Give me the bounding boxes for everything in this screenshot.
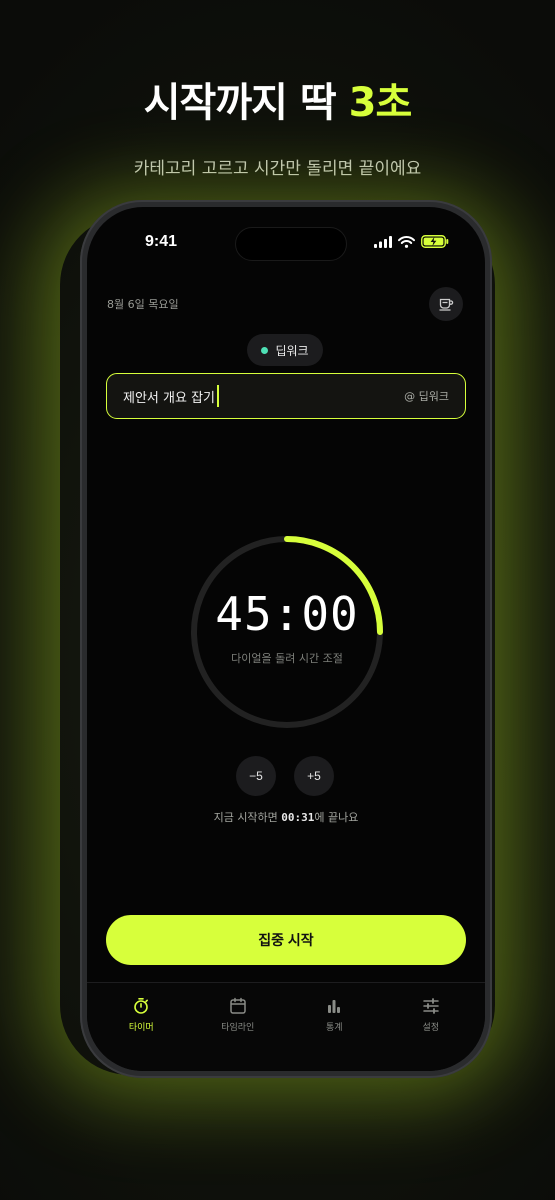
end-time-prefix: 지금 시작하면 bbox=[213, 811, 282, 824]
category-chip[interactable]: 딥워크 bbox=[247, 334, 323, 366]
wifi-icon bbox=[398, 235, 415, 248]
task-input[interactable]: 제안서 개요 잡기 @ 딥워크 bbox=[106, 373, 466, 419]
plus-five-button[interactable]: +5 bbox=[294, 756, 334, 796]
tab-bar: 타이머 타임라인 통계 설정 bbox=[87, 982, 485, 1071]
tab-timer[interactable]: 타이머 bbox=[93, 983, 190, 1071]
tab-label: 설정 bbox=[422, 1023, 440, 1033]
category-chip-label: 딥워크 bbox=[275, 343, 309, 358]
phone-screen: 9:41 8월 6일 목요일 딥워크 제안서 개요 잡기 @ 딥워크 45:00… bbox=[87, 207, 485, 1071]
tab-settings[interactable]: 설정 bbox=[383, 983, 480, 1071]
end-time-suffix: 에 끝나요 bbox=[314, 811, 359, 824]
minus-five-button[interactable]: −5 bbox=[236, 756, 276, 796]
category-dot bbox=[261, 346, 269, 354]
stopwatch-icon bbox=[134, 997, 149, 1014]
end-time-info: 지금 시작하면 00:31에 끝나요 bbox=[87, 809, 485, 825]
start-focus-button[interactable]: 집중 시작 bbox=[106, 915, 466, 965]
tab-timeline[interactable]: 타임라인 bbox=[190, 983, 287, 1071]
text-caret bbox=[217, 385, 219, 407]
hero-title-main: 시작까지 딱 bbox=[143, 80, 349, 126]
tab-label: 통계 bbox=[325, 1023, 343, 1033]
status-icons bbox=[374, 235, 449, 248]
hero-title-accent: 3초 bbox=[348, 80, 413, 126]
timer-display: 45:00 bbox=[215, 587, 359, 641]
hero: 시작까지 딱 3초 카테고리 고르고 시간만 돌리면 끝이에요 bbox=[0, 70, 555, 179]
status-time: 9:41 bbox=[145, 233, 178, 250]
break-button[interactable] bbox=[429, 287, 463, 321]
cellular-signal-icon bbox=[374, 235, 392, 248]
dial-hint: 다이얼을 돌려 시간 조절 bbox=[231, 652, 343, 665]
battery-charging-icon bbox=[421, 235, 449, 248]
sliders-icon bbox=[423, 998, 439, 1014]
hero-title: 시작까지 딱 3초 bbox=[0, 70, 555, 128]
task-category-tag: @ 딥워크 bbox=[404, 390, 449, 403]
bar-chart-icon bbox=[328, 1000, 341, 1013]
task-input-value: 제안서 개요 잡기 bbox=[123, 390, 215, 406]
hero-subtitle: 카테고리 고르고 시간만 돌리면 끝이에요 bbox=[133, 159, 422, 179]
tab-label: 타임라인 bbox=[221, 1023, 255, 1033]
current-date: 8월 6일 목요일 bbox=[107, 298, 179, 311]
dynamic-island bbox=[235, 227, 347, 261]
tab-label: 타이머 bbox=[128, 1023, 154, 1033]
calendar-icon bbox=[230, 997, 246, 1014]
tab-stats[interactable]: 통계 bbox=[286, 983, 383, 1071]
phone-frame: 9:41 8월 6일 목요일 딥워크 제안서 개요 잡기 @ 딥워크 45:00… bbox=[80, 200, 492, 1078]
timer-dial[interactable]: 45:00 다이얼을 돌려 시간 조절 bbox=[187, 532, 387, 732]
coffee-cup-icon bbox=[439, 298, 454, 311]
end-time-value: 00:31 bbox=[281, 811, 315, 824]
